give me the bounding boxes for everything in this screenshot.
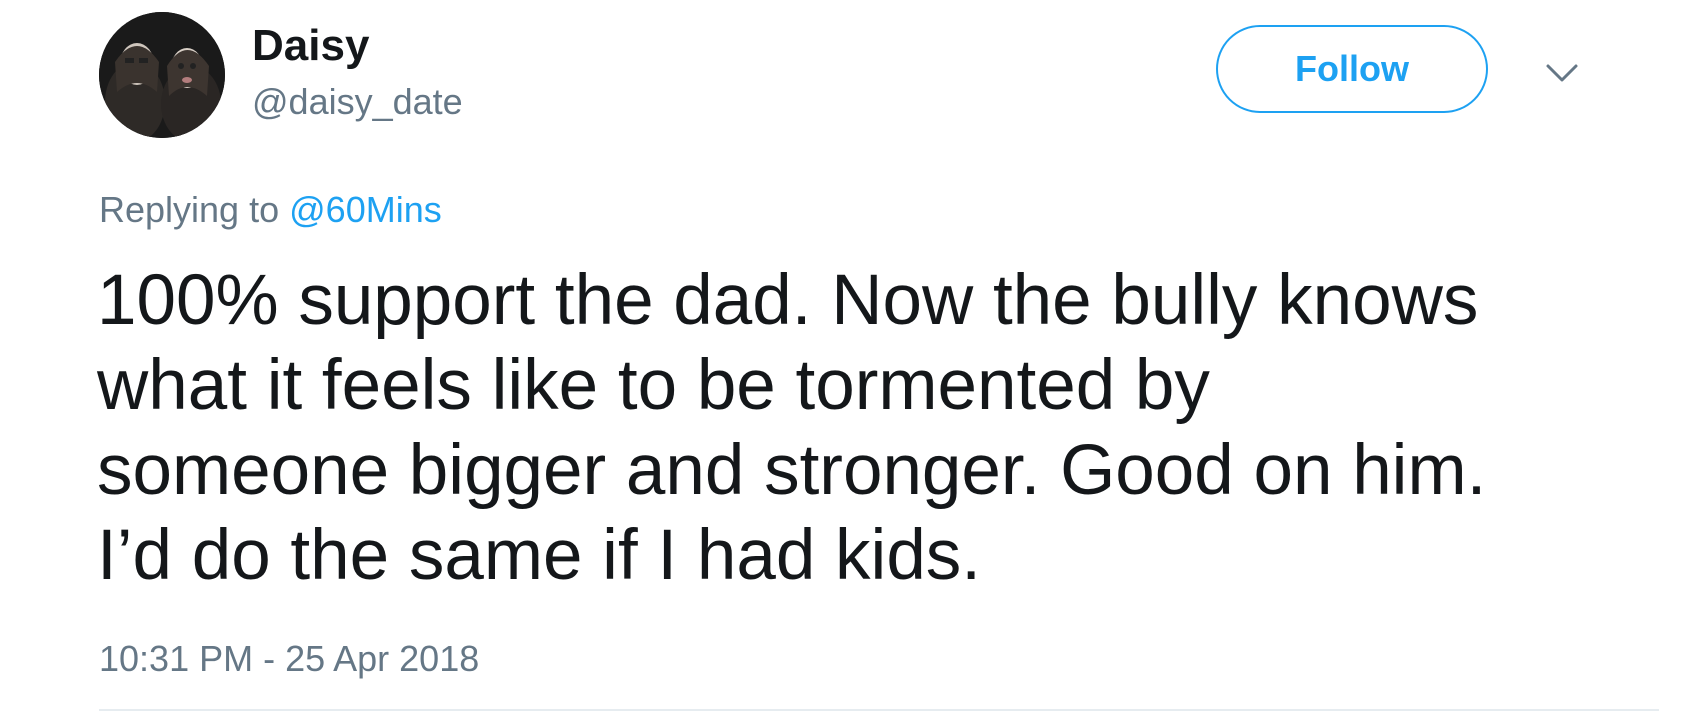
display-name[interactable]: Daisy: [252, 18, 369, 74]
reply-mention-link[interactable]: @60Mins: [289, 189, 442, 230]
tweet-timestamp[interactable]: 10:31 PM - 25 Apr 2018: [99, 635, 479, 683]
tweet-text-line: what it feels like to be tormented by: [97, 346, 1210, 425]
chevron-down-icon: [1546, 64, 1578, 82]
follow-button[interactable]: Follow: [1216, 25, 1488, 113]
tweet-text: 100% support the dad. Now the bully know…: [97, 258, 1657, 598]
tweet-card: Daisy @daisy_date Follow Replying to @60…: [0, 0, 1682, 712]
avatar[interactable]: [99, 12, 225, 138]
more-options-button[interactable]: [1540, 54, 1584, 94]
reply-context-prefix: Replying to: [99, 189, 280, 230]
avatar-image: [99, 12, 225, 138]
tweet-text-line: I’d do the same if I had kids.: [97, 516, 982, 595]
divider: [99, 709, 1659, 711]
tweet-text-line: someone bigger and stronger. Good on him…: [97, 431, 1487, 510]
reply-context: Replying to @60Mins: [99, 186, 442, 234]
tweet-text-line: 100% support the dad. Now the bully know…: [97, 261, 1479, 340]
user-handle[interactable]: @daisy_date: [252, 78, 463, 126]
